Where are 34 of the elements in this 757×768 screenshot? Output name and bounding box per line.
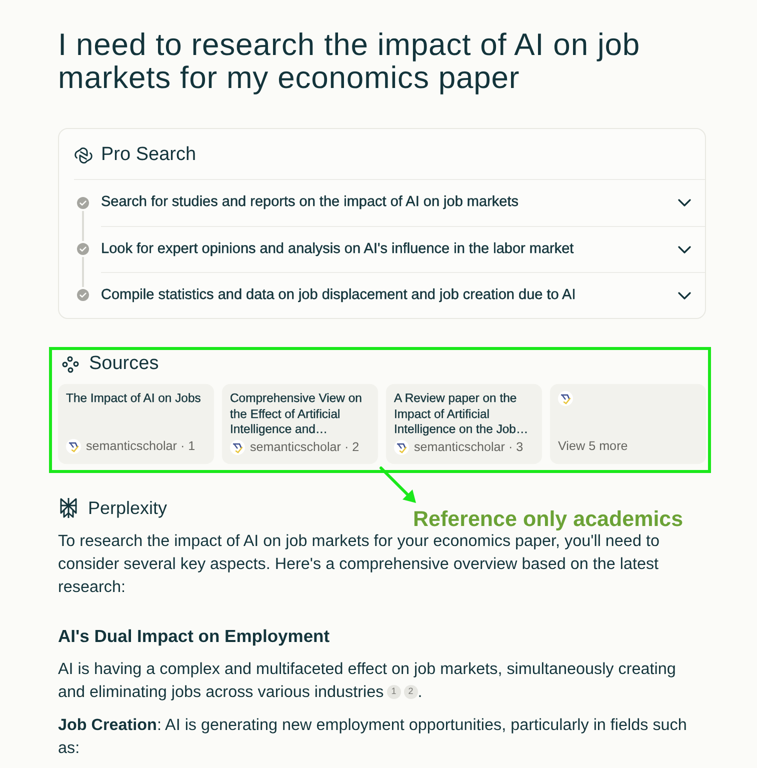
answer-paragraph: Job Creation: AI is generating new employment opportunities, particularly in fields such as: <box>58 715 688 759</box>
section-heading: AI's Dual Impact on Employment <box>58 625 331 648</box>
source-meta: semanticscholar · 3 <box>414 438 524 456</box>
sources-title: Sources <box>89 352 159 376</box>
favicon-icon <box>66 439 81 454</box>
chevron-icon[interactable] <box>678 292 691 300</box>
source-title: A Review paper on the Impact of Artificial Intelligence on the Job… <box>394 391 530 438</box>
chevron-icon[interactable] <box>678 246 691 254</box>
favicon-icon <box>558 391 573 406</box>
query-title: I need to research the impact of AI on job markets for my economics paper <box>58 28 642 94</box>
step-text[interactable]: Search for studies and reports on the impact of AI on job markets <box>101 192 518 214</box>
favicon-icon <box>394 440 409 455</box>
chevron-icon[interactable] <box>678 199 691 207</box>
answer-paragraph: AI is having a complex and multifaceted effect on job markets, simultaneously creating and eliminating jobs across various industries 1 2 . <box>58 659 677 703</box>
swirl-icon <box>74 146 93 164</box>
source-card[interactable]: A Review paper on the Impact of Artificial Intelligence on the Job… semanticscholar · 3 <box>386 384 542 464</box>
dots-icon <box>62 356 79 372</box>
source-card[interactable]: Comprehensive View on the Effect of Artificial Intelligence and… semanticscholar · 2 <box>222 384 378 464</box>
pro-search-title: Pro Search <box>101 142 196 167</box>
answer-paragraph: To research the impact of AI on job markets for your economics paper, you'll need to consider several key aspects. Here's a comprehensive overview based on the latest research: <box>58 531 660 598</box>
view-more-card[interactable]: View 5 more <box>550 384 706 464</box>
source-meta: semanticscholar · 1 <box>86 438 196 456</box>
citation-marker[interactable]: 1 <box>386 684 401 698</box>
favicon-icon <box>230 440 245 455</box>
view-more-text: View 5 more <box>558 438 629 456</box>
answer-title: Perplexity <box>88 496 168 520</box>
source-title: Comprehensive View on the Effect of Artificial Intelligence and… <box>230 391 363 438</box>
step-text[interactable]: Compile statistics and data on job displacement and job creation due to AI <box>101 284 576 306</box>
step-text[interactable]: Look for expert opinions and analysis on AI's influence in the labor market <box>101 238 574 260</box>
source-meta: semanticscholar · 2 <box>250 438 360 456</box>
source-card[interactable]: The Impact of AI on Jobs semanticscholar · 1 <box>58 384 214 464</box>
source-title: The Impact of AI on Jobs <box>66 391 202 407</box>
logo-icon <box>58 497 79 519</box>
annotation-text: Reference only academics <box>413 506 684 532</box>
